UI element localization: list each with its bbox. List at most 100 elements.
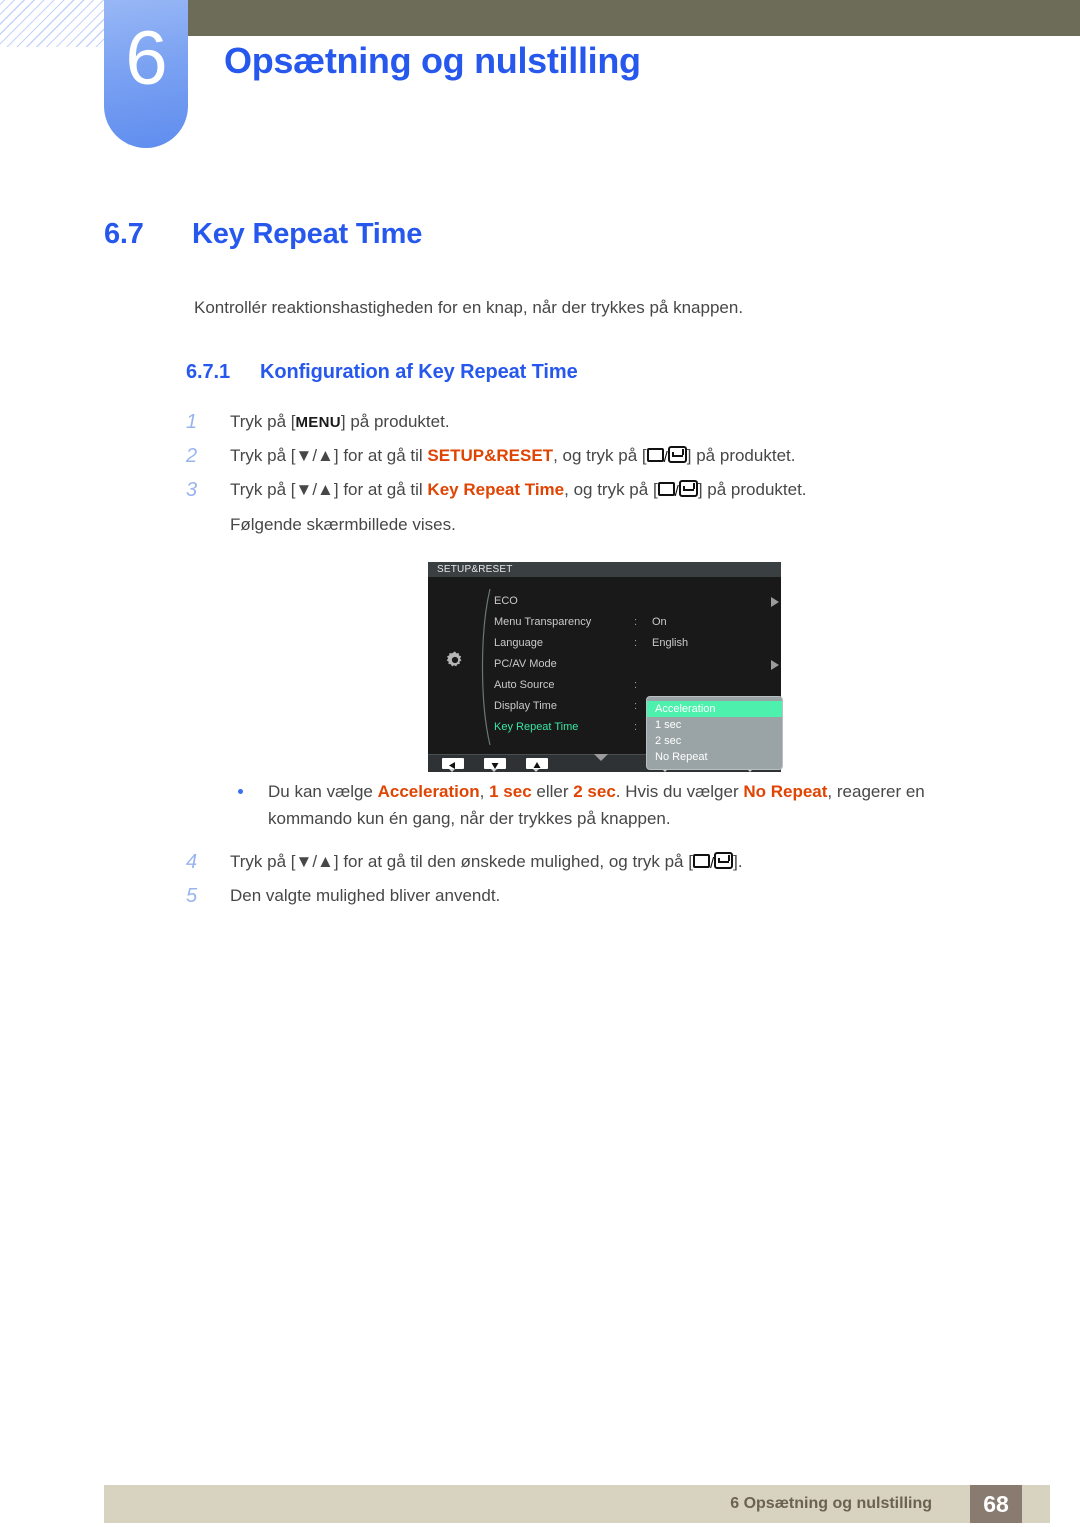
osd-row-label: Language [494, 637, 543, 649]
step-text-post: ] på produktet. [686, 446, 796, 465]
subsection-number: 6.7.1 [186, 361, 230, 383]
step-text-post: ] på produktet. [697, 480, 807, 499]
note-part-3: eller [531, 782, 574, 801]
step-number: 1 [186, 411, 198, 433]
menu-keycap: MENU [295, 414, 341, 431]
footer-page-number: 68 [970, 1485, 1022, 1523]
osd-row-label: Auto Source [494, 679, 555, 691]
osd-row-value: On [652, 616, 667, 628]
page-header: 6 Opsætning og nulstilling [0, 0, 1080, 160]
keyword-setup-reset: SETUP&RESET [427, 446, 554, 465]
keyword-2sec: 2 sec [573, 782, 616, 801]
section-title: Key Repeat Time [192, 218, 423, 250]
bullet-dot-icon [238, 789, 243, 794]
dropdown-bottom-pad [647, 765, 782, 769]
osd-row-auto-source[interactable]: Auto Source : [494, 675, 779, 696]
window-key-icon [646, 448, 664, 462]
osd-curve-separator [481, 588, 491, 746]
step-item: 4 Tryk på [▼/▲] for at gå til den ønsked… [186, 850, 1016, 884]
osd-row-colon: : [634, 616, 638, 628]
window-key-icon [657, 482, 675, 496]
step-text: Den valgte mulighed bliver anvendt. [230, 886, 501, 905]
osd-row-label: PC/AV Mode [494, 658, 557, 670]
page-footer: 6 Opsætning og nulstilling 68 [104, 1485, 1050, 1523]
osd-row-colon: : [634, 700, 638, 712]
step-text-post: ]. [733, 852, 743, 871]
step-item: 3 Tryk på [▼/▲] for at gå til Key Repeat… [186, 478, 1016, 512]
enter-key-icon [714, 852, 734, 869]
step-item: 1 Tryk på [MENU] på produktet. [186, 410, 1016, 444]
step-text: Tryk på [MENU] på produktet. [230, 410, 1016, 435]
step-subtext: Følgende skærmbillede vises. [230, 515, 456, 534]
keyword-no-repeat: No Repeat [743, 782, 828, 801]
step-number: 3 [186, 479, 198, 501]
step-text-pre: Tryk på [▼/▲] for at gå til den ønskede … [230, 852, 693, 871]
enter-key-icon [678, 480, 698, 497]
step-text-mid: , og tryk på [ [553, 446, 647, 465]
step-text-pre: Tryk på [▼/▲] for at gå til [230, 446, 428, 465]
note-part-1: Du kan vælge [268, 782, 378, 801]
step-text-post: ] på produktet. [340, 412, 450, 431]
chevron-right-icon [771, 660, 779, 670]
dropdown-option-1sec[interactable]: 1 sec [647, 717, 782, 733]
step-text: Tryk på [▼/▲] for at gå til SETUP&RESET,… [230, 444, 1016, 468]
osd-screenshot: SETUP&RESET ECO Menu Transparency : On L… [428, 562, 783, 772]
keyword-1sec: 1 sec [489, 782, 532, 801]
step-text-pre: Tryk på [ [230, 412, 296, 431]
osd-row-label: Key Repeat Time [494, 721, 579, 733]
osd-button-left[interactable] [442, 758, 464, 769]
scroll-down-indicator-icon [594, 754, 608, 761]
osd-title-bar: SETUP&RESET [428, 562, 781, 577]
osd-row-language[interactable]: Language : English [494, 633, 779, 654]
osd-row-label: ECO [494, 595, 518, 607]
step-number: 4 [186, 851, 198, 873]
section-number: 6.7 [104, 218, 144, 250]
keyword-key-repeat-time: Key Repeat Time [427, 480, 565, 499]
footer-chapter-label: 6 Opsætning og nulstilling [730, 1495, 932, 1512]
window-key-icon [692, 854, 710, 868]
osd-row-colon: : [634, 679, 638, 691]
osd-row-menu-transparency[interactable]: Menu Transparency : On [494, 612, 779, 633]
keyword-acceleration: Acceleration [377, 782, 480, 801]
notes-list: Du kan vælge Acceleration, 1 sec eller 2… [238, 778, 978, 832]
chevron-right-icon [771, 597, 779, 607]
step-text: Tryk på [▼/▲] for at gå til Key Repeat T… [230, 478, 1016, 502]
note-item: Du kan vælge Acceleration, 1 sec eller 2… [238, 778, 978, 832]
step-text-pre: Tryk på [▼/▲] for at gå til [230, 480, 428, 499]
step-text: Tryk på [▼/▲] for at gå til den ønskede … [230, 850, 1016, 874]
header-olive-bar [186, 0, 1080, 36]
chapter-tab: 6 [104, 0, 188, 148]
note-part-2: , [479, 782, 490, 801]
key-repeat-time-dropdown[interactable]: Acceleration 1 sec 2 sec No Repeat [646, 696, 783, 770]
note-part-4: . Hvis du vælger [615, 782, 744, 801]
dropdown-option-no-repeat[interactable]: No Repeat [647, 749, 782, 765]
gear-icon [446, 651, 462, 667]
osd-row-label: Menu Transparency [494, 616, 592, 628]
note-text: Du kan vælge Acceleration, 1 sec eller 2… [268, 778, 978, 832]
step-number: 5 [186, 885, 198, 907]
osd-row-colon: : [634, 721, 638, 733]
osd-row-colon: : [634, 637, 638, 649]
osd-button-left-marker [449, 769, 455, 772]
step-text-mid: , og tryk på [ [564, 480, 658, 499]
section-intro-text: Kontrollér reaktionshastigheden for en k… [194, 298, 744, 317]
osd-button-up-marker [533, 769, 539, 772]
subsection-title: Konfiguration af Key Repeat Time [260, 361, 578, 383]
step-item: 5 Den valgte mulighed bliver anvendt. [186, 884, 1016, 918]
step-number: 2 [186, 445, 198, 467]
chapter-title: Opsætning og nulstilling [224, 40, 641, 81]
enter-key-icon [667, 446, 687, 463]
dropdown-option-acceleration[interactable]: Acceleration [647, 701, 782, 717]
osd-button-down[interactable] [484, 758, 506, 769]
osd-menu-body: ECO Menu Transparency : On Language : En… [428, 577, 783, 770]
osd-button-up[interactable] [526, 758, 548, 769]
section-heading: 6.7 Key Repeat Time [104, 218, 964, 251]
osd-row-pc-av-mode[interactable]: PC/AV Mode [494, 654, 779, 675]
osd-row-eco[interactable]: ECO [494, 591, 779, 612]
osd-row-label: Display Time [494, 700, 557, 712]
dropdown-option-2sec[interactable]: 2 sec [647, 733, 782, 749]
subsection-heading: 6.7.1 Konfiguration af Key Repeat Time [186, 361, 578, 384]
step-item: 2 Tryk på [▼/▲] for at gå til SETUP&RESE… [186, 444, 1016, 478]
osd-row-value: English [652, 637, 689, 649]
osd-button-down-marker [491, 769, 497, 772]
